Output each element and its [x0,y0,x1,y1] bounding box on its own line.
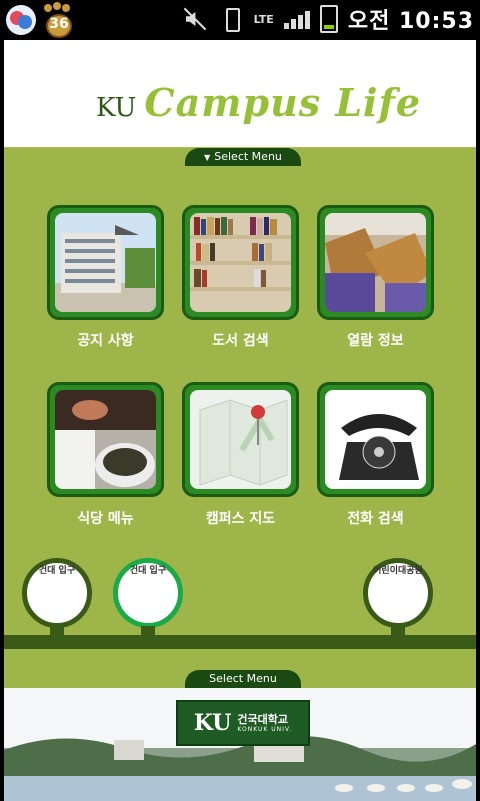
select-menu-tab[interactable]: ▼ Select Menu [185,148,301,166]
brand-prefix: KU [96,93,137,123]
bus-stop-2-label: 건대 입구 [129,566,167,576]
campus-footer: KU 건국대학교 KONKUK UNIV. [4,688,476,801]
menu-tile-notice[interactable] [47,205,164,320]
app-logo: KU Campus Life [96,80,421,125]
battery-icon [319,5,338,33]
reading-room-photo-icon [325,213,426,312]
paw-notification-icon: 36 [40,2,74,38]
building-photo-icon [55,213,156,312]
konkuk-logo: KU 건국대학교 KONKUK UNIV. [176,700,310,746]
signal-icon [283,9,310,29]
mute-icon [182,6,208,32]
bus-stop-2[interactable]: 건대 입구 [113,558,183,628]
menu-label-notice: 공지 사항 [77,333,134,349]
vibrate-icon [218,6,244,32]
footer-logo-korean: 건국대학교 [237,712,289,726]
network-type: LTE [253,12,274,26]
bus-stop-3[interactable]: 어린이대공원 [363,558,433,628]
notification-count: 36 [49,16,69,32]
menu-tile-book-search[interactable] [182,205,299,320]
bus-stop-3-label: 어린이대공원 [373,566,423,576]
select-menu-label: Select Menu [214,150,282,163]
select-menu-label-bottom: Select Menu [209,672,277,685]
bus-route-line [4,635,476,649]
main-menu-area: ▼ Select Menu 공지 사항 도서 검색 열람 정보 식당 메뉴 캠퍼… [4,148,476,688]
bus-stop-1[interactable]: 건대 입구 [22,558,92,628]
app-header: KU Campus Life [4,40,476,150]
dropdown-arrow-icon: ▼ [204,153,211,162]
menu-tile-campus-map[interactable] [182,382,299,497]
menu-label-phone-search: 전화 검색 [347,511,404,527]
menu-tile-reading-room[interactable] [317,205,434,320]
status-time: 오전 10:53 [347,9,474,34]
status-bar: 36 LTE 오전 10:53 [0,0,480,40]
map-pin-icon [190,390,291,489]
bus-stop-1-label: 건대 입구 [38,566,76,576]
chat-notification-icon [6,5,36,35]
menu-label-book-search: 도서 검색 [212,333,269,349]
select-menu-tab-bottom[interactable]: Select Menu [185,670,301,688]
footer-logo-ku: KU [193,710,232,736]
footer-logo-english: KONKUK UNIV. [237,725,293,733]
food-photo-icon [55,390,156,489]
bookshelf-photo-icon [190,213,291,312]
menu-tile-phone-search[interactable] [317,382,434,497]
telephone-icon [325,390,426,489]
menu-label-cafeteria: 식당 메뉴 [77,511,134,527]
brand-title: Campus Life [144,80,421,125]
menu-tile-cafeteria[interactable] [47,382,164,497]
menu-label-campus-map: 캠퍼스 지도 [205,511,276,527]
menu-label-reading-room: 열람 정보 [347,333,404,349]
